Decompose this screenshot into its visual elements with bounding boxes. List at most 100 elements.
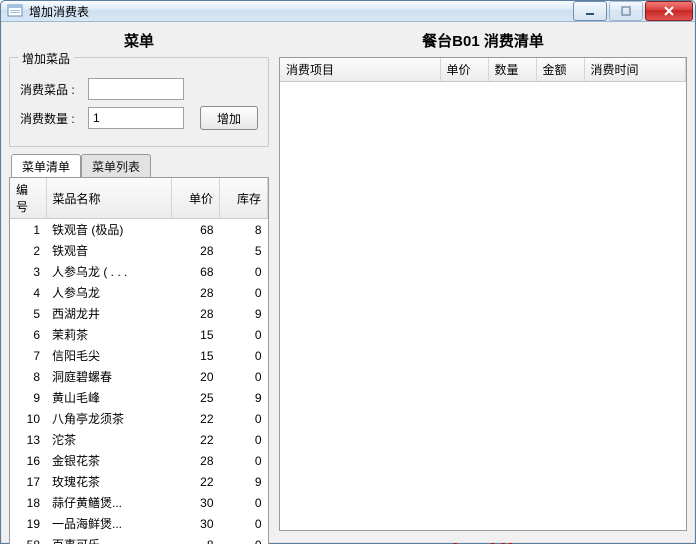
maximize-button[interactable] bbox=[609, 1, 643, 21]
cell-name: 沱茶 bbox=[46, 429, 172, 450]
minimize-icon bbox=[585, 6, 595, 16]
cell-name: 八角亭龙须茶 bbox=[46, 408, 172, 429]
table-row[interactable]: 58百事可乐80 bbox=[10, 534, 268, 544]
order-col-qty[interactable]: 数量 bbox=[488, 58, 536, 82]
cell-stock: 0 bbox=[220, 534, 268, 544]
cell-price: 15 bbox=[172, 324, 220, 345]
menu-col-price[interactable]: 单价 bbox=[172, 178, 220, 219]
table-row[interactable]: 7信阳毛尖150 bbox=[10, 345, 268, 366]
cell-id: 4 bbox=[10, 282, 46, 303]
client-area: 菜单 餐台B01 消费清单 增加菜品 消费菜品 : 消费数量 : 增加 菜单清单… bbox=[1, 22, 695, 544]
cell-price: 68 bbox=[172, 219, 220, 241]
cell-price: 30 bbox=[172, 513, 220, 534]
cell-stock: 9 bbox=[220, 303, 268, 324]
order-listview[interactable]: 消费项目 单价 数量 金额 消费时间 bbox=[280, 58, 686, 530]
table-row[interactable]: 6茉莉茶150 bbox=[10, 324, 268, 345]
order-col-price[interactable]: 单价 bbox=[440, 58, 488, 82]
order-col-item[interactable]: 消费项目 bbox=[280, 58, 440, 82]
cell-price: 20 bbox=[172, 366, 220, 387]
cell-id: 16 bbox=[10, 450, 46, 471]
cell-stock: 0 bbox=[220, 408, 268, 429]
table-row[interactable]: 18蒜仔黄鳝煲...300 bbox=[10, 492, 268, 513]
cell-price: 22 bbox=[172, 471, 220, 492]
app-icon bbox=[7, 3, 23, 19]
totals-row: 0 0.00 bbox=[279, 537, 687, 544]
order-heading: 餐台B01 消费清单 bbox=[279, 28, 687, 57]
qty-label: 消费数量 : bbox=[20, 110, 80, 127]
tab-menu-list[interactable]: 菜单清单 bbox=[11, 154, 81, 177]
table-row[interactable]: 3人参乌龙 ( . . .680 bbox=[10, 261, 268, 282]
cell-stock: 9 bbox=[220, 387, 268, 408]
menu-listview[interactable]: 编号 菜品名称 单价 库存 1铁观音 (极品)6882铁观音2853人参乌龙 (… bbox=[10, 178, 268, 544]
right-column: 消费项目 单价 数量 金额 消费时间 0 0.00 确定 取消 bbox=[279, 57, 687, 544]
table-row[interactable]: 8洞庭碧螺春200 bbox=[10, 366, 268, 387]
cell-price: 22 bbox=[172, 429, 220, 450]
cell-price: 28 bbox=[172, 450, 220, 471]
table-row[interactable]: 17玫瑰花茶229 bbox=[10, 471, 268, 492]
tab-menu-table[interactable]: 菜单列表 bbox=[81, 154, 151, 177]
menu-col-id[interactable]: 编号 bbox=[10, 178, 46, 219]
menu-col-stock[interactable]: 库存 bbox=[220, 178, 268, 219]
cell-name: 西湖龙井 bbox=[46, 303, 172, 324]
order-col-time[interactable]: 消费时间 bbox=[584, 58, 686, 82]
cell-name: 玫瑰花茶 bbox=[46, 471, 172, 492]
cell-id: 19 bbox=[10, 513, 46, 534]
cell-stock: 0 bbox=[220, 366, 268, 387]
cell-stock: 0 bbox=[220, 429, 268, 450]
minimize-button[interactable] bbox=[573, 1, 607, 21]
cell-name: 人参乌龙 bbox=[46, 282, 172, 303]
cell-name: 铁观音 bbox=[46, 240, 172, 261]
total-amount: 0.00 bbox=[489, 540, 514, 544]
cell-id: 5 bbox=[10, 303, 46, 324]
cell-id: 3 bbox=[10, 261, 46, 282]
table-row[interactable]: 4人参乌龙280 bbox=[10, 282, 268, 303]
cell-id: 10 bbox=[10, 408, 46, 429]
cell-price: 30 bbox=[172, 492, 220, 513]
order-list-wrap: 消费项目 单价 数量 金额 消费时间 bbox=[279, 57, 687, 531]
total-qty: 0 bbox=[452, 540, 459, 544]
cell-stock: 0 bbox=[220, 492, 268, 513]
cell-stock: 0 bbox=[220, 513, 268, 534]
menu-col-name[interactable]: 菜品名称 bbox=[46, 178, 172, 219]
table-row[interactable]: 1铁观音 (极品)688 bbox=[10, 219, 268, 241]
qty-input[interactable] bbox=[88, 107, 184, 129]
cell-stock: 0 bbox=[220, 345, 268, 366]
table-row[interactable]: 5西湖龙井289 bbox=[10, 303, 268, 324]
cell-name: 黄山毛峰 bbox=[46, 387, 172, 408]
cell-id: 6 bbox=[10, 324, 46, 345]
left-column: 增加菜品 消费菜品 : 消费数量 : 增加 菜单清单 菜单列表 bbox=[9, 57, 269, 544]
cell-name: 蒜仔黄鳝煲... bbox=[46, 492, 172, 513]
cell-id: 58 bbox=[10, 534, 46, 544]
cell-name: 茉莉茶 bbox=[46, 324, 172, 345]
table-row[interactable]: 19一品海鲜煲...300 bbox=[10, 513, 268, 534]
table-row[interactable]: 16金银花茶280 bbox=[10, 450, 268, 471]
dish-input[interactable] bbox=[88, 78, 184, 100]
close-button[interactable] bbox=[645, 1, 693, 21]
cell-price: 28 bbox=[172, 240, 220, 261]
window-buttons bbox=[573, 1, 693, 21]
add-button[interactable]: 增加 bbox=[200, 106, 258, 130]
tabs: 菜单清单 菜单列表 bbox=[9, 155, 269, 177]
cell-price: 22 bbox=[172, 408, 220, 429]
cell-stock: 5 bbox=[220, 240, 268, 261]
cell-price: 8 bbox=[172, 534, 220, 544]
maximize-icon bbox=[621, 6, 631, 16]
tab-page-menu-list: 编号 菜品名称 单价 库存 1铁观音 (极品)6882铁观音2853人参乌龙 (… bbox=[9, 177, 269, 544]
cell-id: 9 bbox=[10, 387, 46, 408]
cell-name: 洞庭碧螺春 bbox=[46, 366, 172, 387]
cell-price: 28 bbox=[172, 303, 220, 324]
table-row[interactable]: 10八角亭龙须茶220 bbox=[10, 408, 268, 429]
cell-price: 68 bbox=[172, 261, 220, 282]
cell-id: 2 bbox=[10, 240, 46, 261]
table-row[interactable]: 9黄山毛峰259 bbox=[10, 387, 268, 408]
cell-id: 7 bbox=[10, 345, 46, 366]
cell-stock: 0 bbox=[220, 261, 268, 282]
cell-name: 金银花茶 bbox=[46, 450, 172, 471]
cell-stock: 0 bbox=[220, 450, 268, 471]
titlebar[interactable]: 增加消费表 bbox=[1, 1, 695, 22]
cell-stock: 0 bbox=[220, 324, 268, 345]
table-row[interactable]: 13沱茶220 bbox=[10, 429, 268, 450]
cell-id: 8 bbox=[10, 366, 46, 387]
table-row[interactable]: 2铁观音285 bbox=[10, 240, 268, 261]
order-col-amount[interactable]: 金额 bbox=[536, 58, 584, 82]
